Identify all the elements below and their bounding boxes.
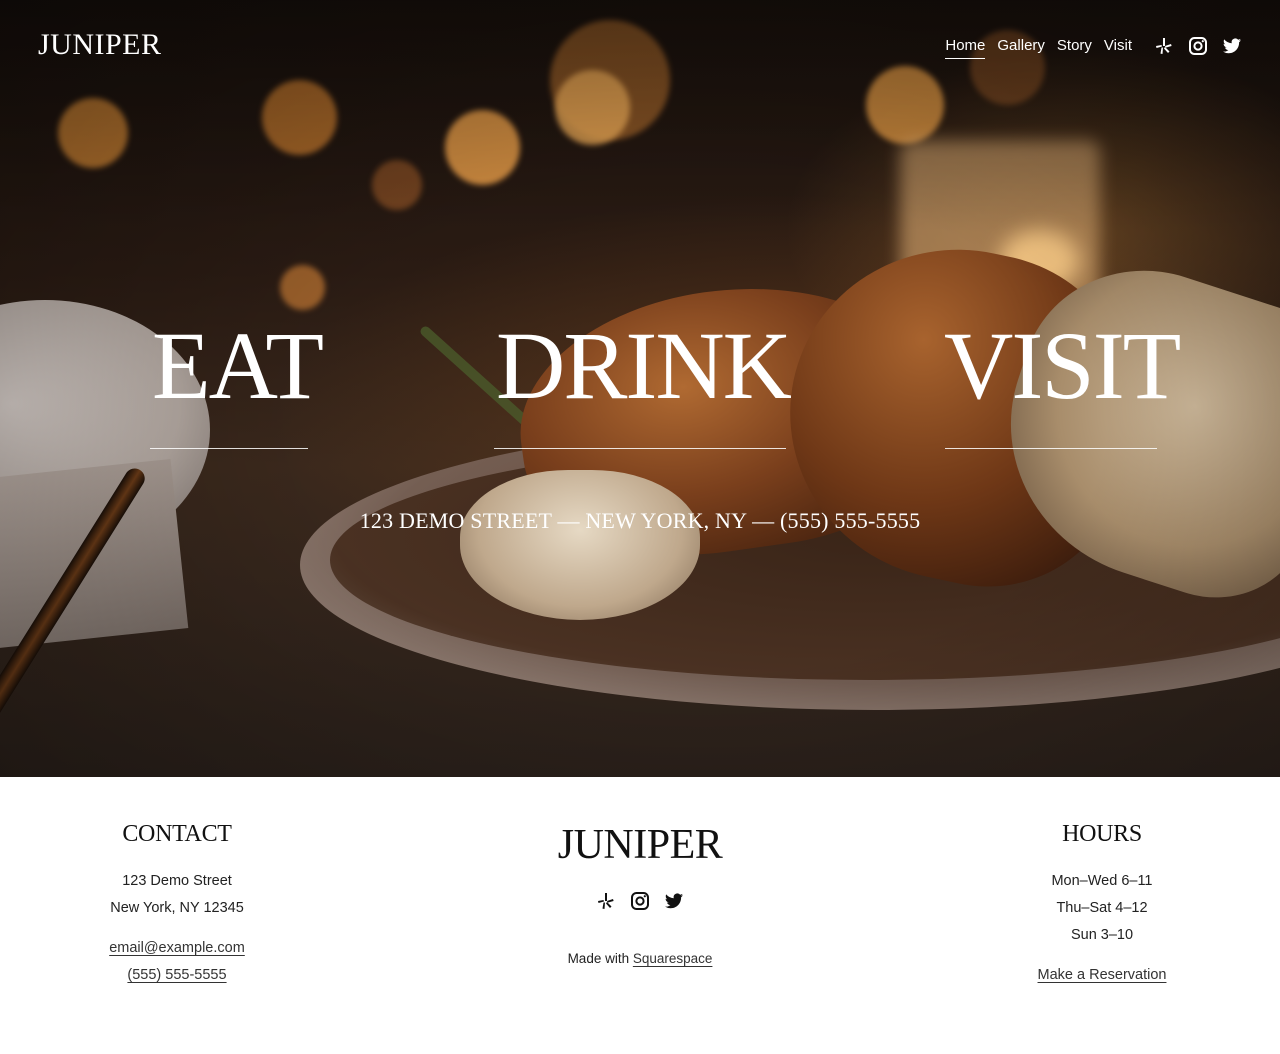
main-nav: Home Gallery Story Visit <box>945 37 1132 59</box>
yelp-icon[interactable] <box>596 891 616 911</box>
yelp-icon[interactable] <box>1154 36 1174 56</box>
hours-line: Sun 3–10 <box>1070 927 1134 943</box>
nav-home-link[interactable]: Home <box>945 37 986 59</box>
hero-word-drink: DRINK <box>496 312 792 419</box>
nav-visit-link[interactable]: Visit <box>1104 37 1132 59</box>
header-social-links <box>1154 36 1242 56</box>
contact-phone-link[interactable]: (555) 555-5555 <box>127 967 226 983</box>
hero-divider-visit <box>945 448 1157 449</box>
hero-section: JUNIPER Home Gallery Story Visit EAT DRI… <box>0 0 1280 777</box>
hero-address: 123 DEMO STREET — NEW YORK, NY — (555) 5… <box>359 508 921 533</box>
instagram-icon[interactable] <box>1188 36 1208 56</box>
footer-social-links <box>490 891 790 911</box>
contact-street: 123 Demo Street <box>122 873 232 889</box>
hero-divider-eat <box>150 448 308 449</box>
contact-city: New York, NY 12345 <box>110 900 244 916</box>
hero-word-eat: EAT <box>152 312 324 419</box>
instagram-icon[interactable] <box>630 891 650 911</box>
hours-line: Mon–Wed 6–11 <box>1051 873 1153 889</box>
twitter-icon[interactable] <box>1222 36 1242 56</box>
made-with-label: Made with <box>567 951 630 966</box>
make-reservation-link[interactable]: Make a Reservation <box>1038 967 1167 983</box>
hero-divider-drink <box>494 448 786 449</box>
nav-gallery-link[interactable]: Gallery <box>997 37 1045 59</box>
made-with-text: Made with Squarespace <box>490 951 790 966</box>
footer-logo[interactable]: JUNIPER <box>490 821 790 869</box>
contact-heading: CONTACT <box>122 821 232 847</box>
twitter-icon[interactable] <box>664 891 684 911</box>
footer-brand-column: JUNIPER Made with Squarespace <box>490 821 790 966</box>
hours-heading: HOURS <box>1062 821 1142 847</box>
hours-line: Thu–Sat 4–12 <box>1056 900 1148 916</box>
site-logo[interactable]: JUNIPER <box>38 28 162 62</box>
hero-word-visit: VISIT <box>944 312 1181 419</box>
nav-story-link[interactable]: Story <box>1057 37 1092 59</box>
squarespace-link[interactable]: Squarespace <box>633 951 713 966</box>
site-footer: CONTACT 123 Demo Street New York, NY 123… <box>0 777 1280 1054</box>
contact-column: CONTACT 123 Demo Street New York, NY 123… <box>77 821 277 989</box>
hours-column: HOURS Mon–Wed 6–11 Thu–Sat 4–12 Sun 3–10… <box>1002 821 1202 989</box>
contact-email-link[interactable]: email@example.com <box>109 940 245 956</box>
